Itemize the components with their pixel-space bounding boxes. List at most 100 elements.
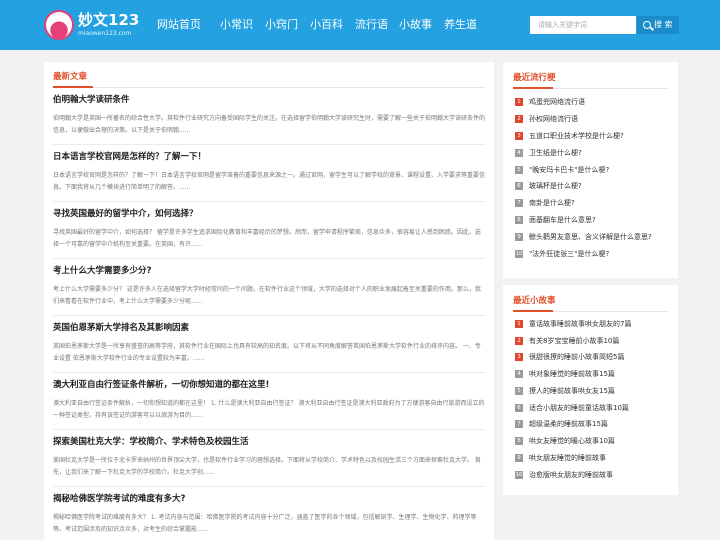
list-item-label: 五道口职业技术学校是什么梗?	[529, 132, 624, 140]
list-item-label: 哄对象睡觉的睡前故事15篇	[529, 370, 615, 378]
list-item-label: 超级温柔的睡前故事15篇	[529, 420, 608, 428]
article-summary: 英国伯恩茅斯大学是一所享有盛誉的高等学府，其软件行业在国际上也具有较高的知名度。…	[53, 343, 481, 362]
article-divider	[53, 258, 485, 259]
list-item[interactable]: 8 哄女友睡觉的暖心故事10篇	[515, 433, 675, 449]
article-title[interactable]: 探索美国杜克大学：学校简介、学术特色及校园生活	[53, 436, 485, 448]
list-item-label: 适合小朋友的睡前童话故事10篇	[529, 404, 629, 412]
list-item-label: 撩人的睡前故事哄女友15篇	[529, 387, 615, 395]
list-item[interactable]: 10 "法外狂徒张三"是什么梗?	[515, 246, 675, 262]
list-item-label: 南卦是什么梗?	[529, 199, 575, 207]
article-summary: 美国杜克大学是一所位于北卡罗来纳州的世界顶尖大学，也是软件行业学习的理想选择。下…	[53, 457, 481, 476]
main-nav: 网站首页 小常识 小窍门 小百科 流行语 小故事 养生道	[157, 0, 494, 50]
list-item[interactable]: 2 孙权网络流行语	[515, 111, 675, 127]
section-title: 最新文章	[53, 72, 88, 82]
article-title[interactable]: 寻找英国最好的留学中介，如何选择？	[53, 208, 485, 220]
nav-tricks[interactable]: 小窍门	[265, 0, 310, 50]
rank-badge: 4	[515, 370, 523, 378]
site-header: 妙文123 miaowen123.com 网站首页 小常识 小窍门 小百科 流行…	[0, 0, 720, 50]
rank-badge: 3	[515, 132, 523, 140]
article-divider	[53, 201, 485, 202]
rank-badge: 10	[515, 250, 523, 258]
article-summary: 考上什么大学需要多少分？ 这是许多人在选择留学大学时经常问的一个问题。在软件行业…	[53, 286, 481, 305]
article-divider	[53, 144, 485, 145]
article-title[interactable]: 伯明翰大学读研条件	[53, 94, 485, 106]
list-item[interactable]: 9 鲸头鹳男友意思、含义详解是什么意思?	[515, 229, 675, 245]
list-item-label: 很甜很撩的睡前小故事简短5篇	[529, 353, 625, 361]
search-icon	[643, 21, 651, 29]
list-item-label: "法外狂徒张三"是什么梗?	[529, 250, 610, 258]
rank-badge: 6	[515, 404, 523, 412]
sidebar-divider	[513, 87, 668, 89]
rank-badge: 3	[515, 353, 523, 361]
list-item[interactable]: 7 超级温柔的睡前故事15篇	[515, 416, 675, 432]
article-summary: 澳大利亚自由行签证条件解析，一切你想知道的都在这里！ 1. 什么是澳大利亚自由行…	[53, 400, 485, 419]
rank-badge: 6	[515, 182, 523, 190]
rank-badge: 2	[515, 337, 523, 345]
list-item-label: 哄女朋友睡觉的睡前故事	[529, 454, 606, 462]
nav-home[interactable]: 网站首页	[157, 0, 220, 50]
article-divider	[53, 429, 485, 430]
article-item: 日本语言学校官网是怎样的？了解一下！ 日本语言学校官网是怎样的？了解一下！日本语…	[53, 151, 485, 194]
logo-domain: miaowen123.com	[78, 30, 132, 37]
list-item[interactable]: 3 很甜很撩的睡前小故事简短5篇	[515, 349, 675, 365]
article-item: 考上什么大学需要多少分? 考上什么大学需要多少分？ 这是许多人在选择留学大学时经…	[53, 265, 485, 308]
article-item: 澳大利亚自由行签证条件解析，一切你想知道的都在这里! 澳大利亚自由行签证条件解析…	[53, 379, 485, 422]
article-title[interactable]: 揭秘哈佛医学院考试的难度有多大?	[53, 493, 485, 505]
rank-badge: 1	[515, 98, 523, 106]
list-item[interactable]: 3 五道口职业技术学校是什么梗?	[515, 128, 675, 144]
nav-tips[interactable]: 小常识	[220, 0, 265, 50]
section-divider	[53, 86, 485, 88]
article-title[interactable]: 澳大利亚自由行签证条件解析，一切你想知道的都在这里!	[53, 379, 485, 391]
logo-title[interactable]: 妙文123	[78, 12, 139, 28]
nav-health[interactable]: 养生道	[444, 0, 494, 50]
article-summary: 揭秘哈佛医学院考试的难度有多大？ 1. 考试内容与范围：哈佛医学院的考试内容十分…	[53, 514, 477, 533]
list-item-label: "晚安玛卡巴卡"是什么梗?	[529, 166, 610, 174]
article-summary: 寻找英国最好的留学中介，如何选择？ 留学是许多学生追求国际化教育和丰富经历的梦想…	[53, 229, 481, 248]
list-item-label: 孙权网络流行语	[529, 115, 578, 123]
article-divider	[53, 486, 485, 487]
rank-badge: 9	[515, 233, 523, 241]
list-item[interactable]: 8 面基翻车是什么意思?	[515, 212, 675, 228]
article-title[interactable]: 英国伯恩茅斯大学排名及其影响因素	[53, 322, 485, 334]
list-item[interactable]: 1 童话故事睡前故事哄女朋友的7篇	[515, 316, 675, 332]
list-item[interactable]: 4 哄对象睡觉的睡前故事15篇	[515, 366, 675, 382]
list-item-label: 哄女友睡觉的暖心故事10篇	[529, 437, 615, 445]
list-item-label: 鸡蛋兜网络流行语	[529, 98, 585, 106]
list-item[interactable]: 10 治愈版哄女朋友的睡前故事	[515, 467, 675, 483]
search-input[interactable]: 请输入关键字词	[530, 16, 636, 34]
article-item: 伯明翰大学读研条件 伯明翰大学是英国一所著名的综合性大学。其软件行业研究方向备受…	[53, 94, 485, 137]
rank-badge: 2	[515, 115, 523, 123]
article-divider	[53, 315, 485, 316]
list-item[interactable]: 1 鸡蛋兜网络流行语	[515, 94, 675, 110]
rank-badge: 5	[515, 166, 523, 174]
list-item-label: 鲸头鹳男友意思、含义详解是什么意思?	[529, 233, 652, 241]
nav-stories[interactable]: 小故事	[399, 0, 444, 50]
list-item[interactable]: 2 有关8岁宝宝睡前小故事10篇	[515, 333, 675, 349]
sidebar-title: 最近小故事	[513, 296, 556, 306]
nav-buzzwords[interactable]: 流行语	[355, 0, 399, 50]
nav-encyclopedia[interactable]: 小百科	[310, 0, 355, 50]
latest-articles-panel: 最新文章 伯明翰大学读研条件 伯明翰大学是英国一所著名的综合性大学。其软件行业研…	[44, 62, 494, 540]
list-item[interactable]: 5 "晚安玛卡巴卡"是什么梗?	[515, 162, 675, 178]
list-item[interactable]: 7 南卦是什么梗?	[515, 195, 675, 211]
list-item[interactable]: 6 玻璃杯是什么梗?	[515, 178, 675, 194]
rank-badge: 10	[515, 471, 523, 479]
list-item[interactable]: 4 卫生纸是什么梗?	[515, 145, 675, 161]
list-item[interactable]: 6 适合小朋友的睡前童话故事10篇	[515, 400, 675, 416]
list-item[interactable]: 9 哄女朋友睡觉的睡前故事	[515, 450, 675, 466]
rank-badge: 7	[515, 420, 523, 428]
article-item: 寻找英国最好的留学中介，如何选择？ 寻找英国最好的留学中介，如何选择？ 留学是许…	[53, 208, 485, 251]
list-item-label: 有关8岁宝宝睡前小故事10篇	[529, 337, 620, 345]
list-item[interactable]: 5 撩人的睡前故事哄女友15篇	[515, 383, 675, 399]
rank-badge: 8	[515, 437, 523, 445]
article-title[interactable]: 考上什么大学需要多少分?	[53, 265, 485, 277]
rank-badge: 1	[515, 320, 523, 328]
article-item: 揭秘哈佛医学院考试的难度有多大? 揭秘哈佛医学院考试的难度有多大？ 1. 考试内…	[53, 493, 485, 536]
list-item-label: 面基翻车是什么意思?	[529, 216, 596, 224]
article-title[interactable]: 日本语言学校官网是怎样的？了解一下！	[53, 151, 485, 163]
search-button[interactable]: 搜 索	[637, 16, 679, 34]
logo-icon[interactable]	[44, 10, 74, 40]
rank-badge: 8	[515, 216, 523, 224]
rank-badge: 4	[515, 149, 523, 157]
article-divider	[53, 372, 485, 373]
